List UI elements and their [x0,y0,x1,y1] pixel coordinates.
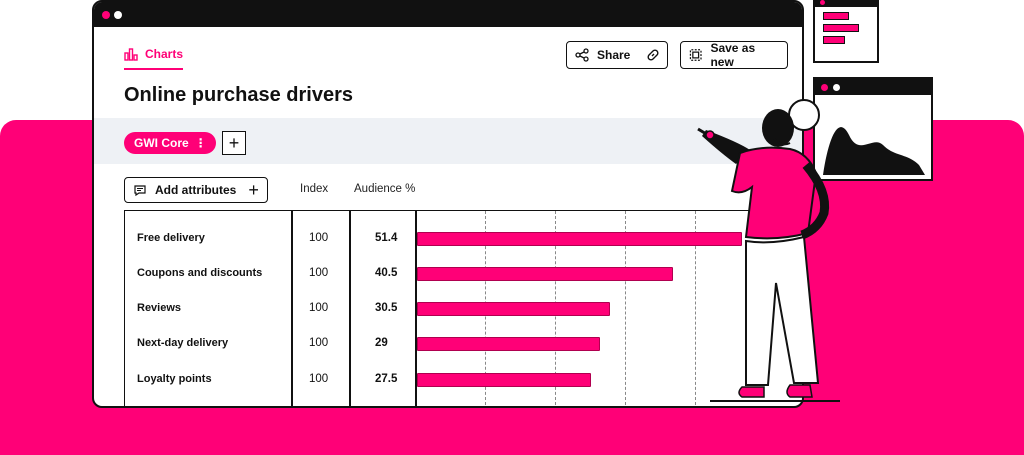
row-audience: 29 [375,337,388,349]
tab-charts-label: Charts [145,47,184,61]
link-icon [647,49,659,61]
mini-bar [823,24,859,32]
add-attributes-button[interactable]: Add attributes + [124,177,268,203]
audience-bar [417,373,591,387]
row-label: Free delivery [137,232,205,244]
window-dot-white [114,11,122,19]
plus-icon: + [248,179,259,200]
add-audience-button[interactable]: + [222,131,246,155]
share-button-group: Share [566,41,668,69]
row-label: Reviews [137,302,182,314]
plus-icon: + [228,133,240,153]
audience-bar [417,267,674,281]
share-icon [575,48,589,62]
row-label: Loyalty points [137,373,212,385]
comment-icon [134,185,146,197]
row-index: 100 [309,267,329,279]
audience-bar [417,302,610,316]
add-attributes-label: Add attributes [155,183,237,197]
row-label: Coupons and discounts [137,267,263,279]
decorative-window-list [813,0,879,63]
audience-chip[interactable]: GWI Core ⋮ [124,132,216,154]
person-illustration [697,99,840,402]
page-title: Online purchase drivers [124,84,353,106]
mini-bar [823,12,849,20]
save-copy-icon [689,49,702,61]
share-button[interactable]: Share [567,42,638,68]
column-header-index[interactable]: Index [300,183,328,195]
save-as-new-button[interactable]: Save as new [680,41,788,69]
audience-bar [417,337,601,351]
save-as-new-label: Save as new [710,41,756,69]
mini-window-titlebar [815,79,931,95]
window-dot-pink [102,11,110,19]
chart-bar-icon [124,48,138,61]
window-titlebar [94,2,802,27]
column-header-audience[interactable]: Audience % [354,183,415,195]
mini-window-titlebar [815,0,877,7]
tab-charts[interactable]: Charts [124,44,184,70]
row-audience: 27.5 [375,373,398,385]
row-index: 100 [309,337,329,349]
row-index: 100 [309,373,329,385]
row-audience: 30.5 [375,302,398,314]
share-label: Share [597,48,631,62]
row-label: Next-day delivery [137,337,229,349]
row-audience: 40.5 [375,267,398,279]
kebab-icon[interactable]: ⋮ [195,136,207,150]
row-index: 100 [309,232,329,244]
copy-link-button[interactable] [638,42,668,68]
row-index: 100 [309,302,329,314]
mini-bar [823,36,845,44]
row-audience: 51.4 [375,232,398,244]
audience-chip-label: GWI Core [134,136,189,150]
